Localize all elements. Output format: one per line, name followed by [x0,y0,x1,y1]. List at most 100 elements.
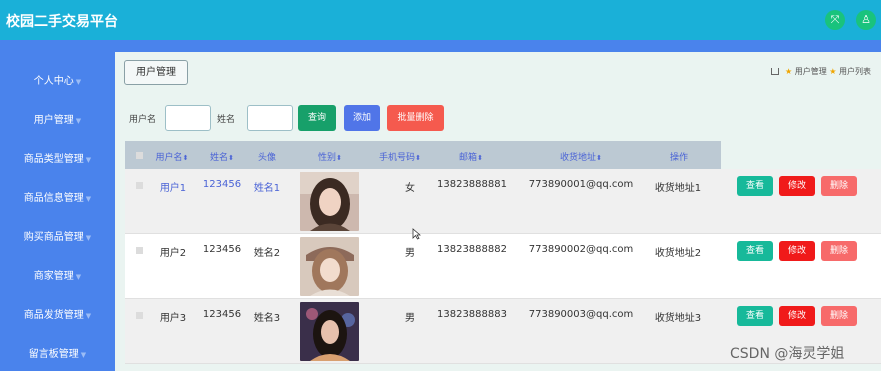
sidebar-item-label: 个人中心 [33,76,74,87]
sidebar-item-label: 商品类型管理 [23,154,84,165]
sort-icon: ⬍ [228,154,234,162]
star-icon: ★ [829,67,837,76]
select-all-checkbox[interactable] [136,152,143,159]
view-button[interactable]: 查看 [737,176,773,196]
view-button[interactable]: 查看 [737,306,773,326]
name-label: 姓名 [217,115,236,125]
top-bar: 校园二手交易平台 ⤧ ♙ [0,0,881,40]
batch-delete-button[interactable]: 批量删除 [387,105,444,131]
breadcrumb-item[interactable]: 用户管理 [795,67,827,76]
mouse-cursor-icon [412,228,422,240]
avatar [300,302,359,361]
sidebar-item-merchant[interactable]: 商家管理 ▼ [0,267,115,287]
sidebar-item-message-board[interactable]: 留言板管理 ▼ [0,345,115,365]
row-checkbox[interactable] [136,312,143,319]
cell-name-2: 姓名3 [253,313,281,324]
sidebar-item-personal-center[interactable]: 个人中心 ▼ [0,72,115,92]
cell-gender: 女 [405,183,415,194]
cell-gender: 男 [405,248,415,259]
fullscreen-icon[interactable]: ⤧ [825,10,845,30]
add-button[interactable]: 添加 [344,105,380,131]
view-button[interactable]: 查看 [737,241,773,261]
row-checkbox[interactable] [136,247,143,254]
sidebar-item-label: 商品信息管理 [23,193,84,204]
delete-button[interactable]: 删除 [821,306,857,326]
cell-email: 773890001@qq.com [528,179,634,190]
sort-icon: ⬍ [182,154,189,162]
app-title: 校园二手交易平台 [6,14,118,30]
column-header-name[interactable]: 姓名⬍ [210,150,234,163]
chevron-down-icon: ▼ [85,312,92,320]
sidebar: 个人中心 ▼ 用户管理 ▼ 商品类型管理 ▼ 商品信息管理 ▼ 购买商品管理 ▼ 商家管理… [0,52,115,371]
avatar [300,237,359,296]
sidebar-item-purchase[interactable]: 购买商品管理 ▼ [0,228,115,248]
cell-username: 用户1 [159,183,187,194]
table-row: 用户1 123456 姓名1 女 13823888881 773890001@q… [125,169,881,234]
column-header-actions: 操作 [669,153,689,163]
header-strip [0,40,881,52]
sidebar-item-label: 用户管理 [33,115,74,126]
cell-gender: 男 [405,313,415,324]
username-input[interactable] [165,105,211,131]
cell-name-2: 姓名2 [253,248,281,259]
cell-username: 用户3 [159,313,187,324]
avatar [300,172,359,231]
watermark: CSDN @海灵学姐 [730,346,845,362]
cell-name: 123456 [202,179,242,190]
user-table: 用户名⬍ 姓名⬍ 头像 性别⬍ 手机号码⬍ 邮箱⬍ 收货地址⬍ 操作 用户1 1… [125,141,881,371]
delete-button[interactable]: 删除 [821,176,857,196]
table-row: 用户2 123456 姓名2 男 13823888882 773890002@q… [125,234,881,299]
breadcrumb-item: 用户列表 [839,67,871,76]
edit-button[interactable]: 修改 [779,176,815,196]
username-label: 用户名 [129,115,157,125]
cell-name: 123456 [202,244,242,255]
sidebar-item-label: 商品发货管理 [23,310,84,321]
cell-address: 收货地址3 [654,313,702,324]
breadcrumb: ★ 用户管理 ★ 用户列表 [771,66,871,77]
sort-icon: ⬍ [415,154,421,162]
chevron-down-icon: ▼ [75,273,82,281]
table-header: 用户名⬍ 姓名⬍ 头像 性别⬍ 手机号码⬍ 邮箱⬍ 收货地址⬍ 操作 [125,141,721,169]
delete-button[interactable]: 删除 [821,241,857,261]
cell-email: 773890002@qq.com [528,244,634,255]
star-icon: ★ [785,67,793,76]
sort-icon: ⬍ [336,154,342,162]
edit-button[interactable]: 修改 [779,306,815,326]
cell-address: 收货地址1 [654,183,702,194]
chevron-down-icon: ▼ [80,351,87,359]
edit-button[interactable]: 修改 [779,241,815,261]
user-icon[interactable]: ♙ [856,10,876,30]
chevron-down-icon: ▼ [85,195,92,203]
sort-icon: ⬍ [477,154,483,162]
cell-phone: 13823888882 [437,244,507,255]
column-header-username[interactable]: 用户名⬍ [156,150,189,163]
column-header-address[interactable]: 收货地址⬍ [560,150,602,163]
row-checkbox[interactable] [136,182,143,189]
sidebar-item-product-info[interactable]: 商品信息管理 ▼ [0,189,115,209]
sidebar-item-product-type[interactable]: 商品类型管理 ▼ [0,150,115,170]
column-header-avatar: 头像 [257,153,277,163]
column-header-email[interactable]: 邮箱⬍ [459,150,483,163]
chevron-down-icon: ▼ [85,156,92,164]
cell-address: 收货地址2 [654,248,702,259]
column-header-gender[interactable]: 性别⬍ [318,150,342,163]
query-button[interactable]: 查询 [298,105,336,131]
home-icon[interactable] [771,68,780,75]
sidebar-item-shipping[interactable]: 商品发货管理 ▼ [0,306,115,326]
main-content: 用户管理 ★ 用户管理 ★ 用户列表 用户名 姓名 查询 添加 批量删除 用户名… [115,52,881,371]
chevron-down-icon: ▼ [75,78,82,86]
cell-phone: 13823888881 [437,179,507,190]
cell-name: 123456 [202,309,242,320]
chevron-down-icon: ▼ [75,117,82,125]
cell-email: 773890003@qq.com [528,309,634,320]
name-input[interactable] [247,105,293,131]
sidebar-item-label: 商家管理 [33,271,74,282]
tab-user-management[interactable]: 用户管理 [124,60,188,85]
sidebar-item-label: 购买商品管理 [23,232,84,243]
sort-icon: ⬍ [596,154,602,162]
column-header-phone[interactable]: 手机号码⬍ [379,150,421,163]
sidebar-item-label: 留言板管理 [28,349,79,360]
sidebar-item-user-management[interactable]: 用户管理 ▼ [0,111,115,131]
chevron-down-icon: ▼ [85,234,92,242]
cell-phone: 13823888883 [437,309,507,320]
